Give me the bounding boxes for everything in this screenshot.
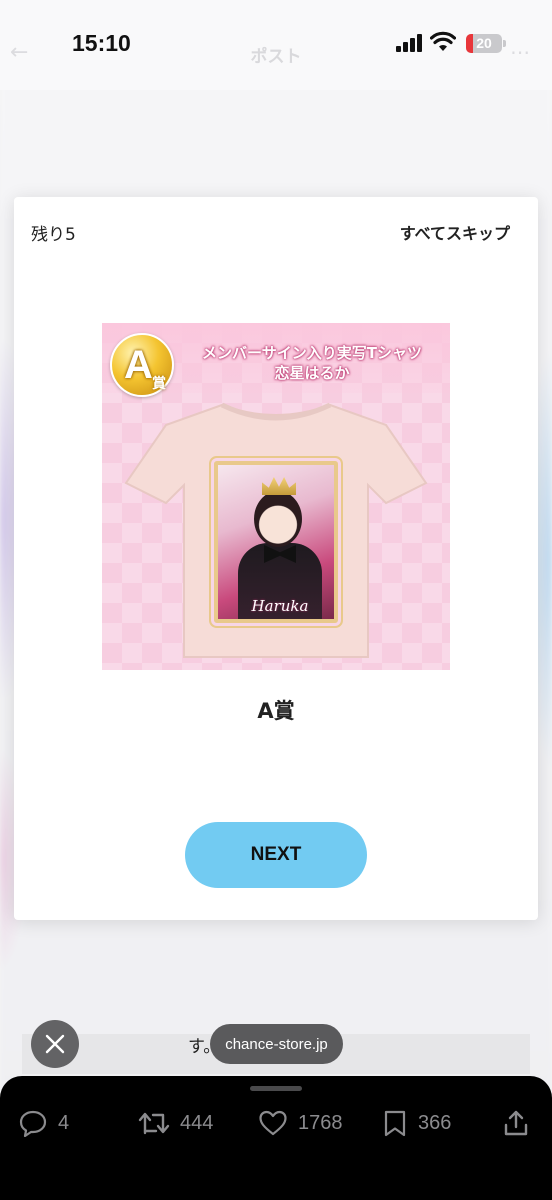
status-time: 15:10	[72, 30, 131, 56]
medal-letter: A	[124, 343, 153, 387]
repost-button[interactable]: 444	[138, 1108, 213, 1138]
status-bar: ← ポスト ⋯ 15:10 20	[0, 0, 552, 90]
gacha-result-modal: 残り5 すべてスキップ A 賞 メンバーサイン入り実写Tシャツ 恋星はるか Ha…	[14, 197, 538, 920]
battery-cap	[503, 40, 506, 47]
sheet-grabber[interactable]	[250, 1086, 302, 1091]
like-count: 1768	[298, 1111, 343, 1134]
bookmark-button[interactable]: 366	[382, 1108, 451, 1138]
battery-percent: 20	[476, 35, 492, 51]
url-pill[interactable]: chance-store.jp	[210, 1024, 343, 1064]
medal-suffix: 賞	[152, 376, 166, 392]
photo-face	[254, 491, 302, 547]
prize-name: A賞	[257, 699, 295, 723]
grade-medal: A 賞	[110, 333, 174, 397]
battery-icon: 20	[466, 34, 502, 53]
member-signature: Haruka	[251, 597, 309, 615]
member-photo: Haruka	[214, 461, 338, 623]
close-icon	[45, 1034, 65, 1054]
repost-count: 444	[180, 1111, 214, 1134]
reply-button[interactable]: 4	[18, 1108, 69, 1138]
crown-icon	[262, 477, 296, 495]
share-button[interactable]	[502, 1108, 540, 1138]
skip-all-button[interactable]: すべてスキップ	[400, 220, 510, 244]
remaining-count: 残り5	[31, 225, 76, 245]
prize-image: A 賞 メンバーサイン入り実写Tシャツ 恋星はるか Haruka	[102, 323, 450, 670]
bookmark-count: 366	[418, 1111, 452, 1134]
post-action-bar: 4 444 1768 366	[0, 1076, 552, 1200]
signal-icon	[396, 34, 422, 52]
prize-title: メンバーサイン入り実写Tシャツ 恋星はるか	[180, 343, 444, 383]
reply-icon	[19, 1110, 47, 1137]
share-icon	[504, 1110, 528, 1136]
prize-title-line2: 恋星はるか	[274, 364, 350, 382]
more-icon[interactable]: ⋯	[510, 40, 530, 64]
wifi-icon	[430, 31, 456, 51]
prize-title-line1: メンバーサイン入り実写Tシャツ	[202, 344, 422, 362]
bookmark-icon	[384, 1110, 406, 1137]
like-icon	[259, 1110, 287, 1136]
like-button[interactable]: 1768	[258, 1108, 343, 1138]
next-button[interactable]: NEXT	[185, 822, 367, 888]
reply-count: 4	[58, 1111, 70, 1134]
repost-icon	[138, 1112, 170, 1135]
close-button[interactable]	[31, 1020, 79, 1068]
